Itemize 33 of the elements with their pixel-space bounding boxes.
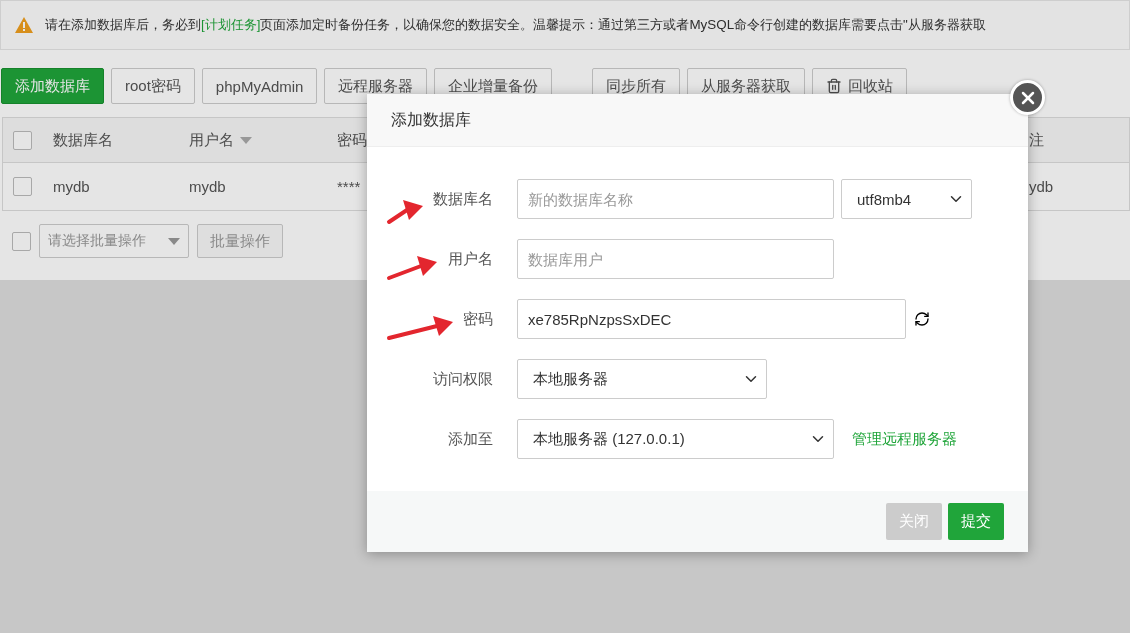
- password-input[interactable]: xe785RpNzpsSxDEC: [517, 299, 906, 339]
- table-cell-text: mydb: [53, 178, 91, 195]
- refresh-icon[interactable]: [914, 311, 930, 327]
- annotation-arrow: [387, 316, 453, 340]
- toolbar-button[interactable]: root密码: [111, 68, 195, 104]
- warning-icon: [15, 17, 33, 33]
- charset-select[interactable]: utf8mb4: [841, 179, 972, 219]
- text-input[interactable]: 新的数据库名称: [517, 179, 834, 219]
- header-checkbox[interactable]: [13, 130, 32, 150]
- server-select[interactable]: 本地服务器 (127.0.0.1): [517, 419, 834, 459]
- table-cell-text: mydb: [189, 178, 227, 195]
- batch-checkbox[interactable]: [12, 231, 31, 251]
- trash-icon: [826, 78, 843, 94]
- column-header[interactable]: 数据库名: [53, 130, 189, 150]
- field-label: 用户名: [448, 249, 493, 269]
- table-cell-text: ydb: [1029, 178, 1055, 195]
- access-select[interactable]: 本地服务器: [517, 359, 767, 399]
- column-header[interactable]: 注: [1029, 130, 1129, 150]
- toolbar-button[interactable]: phpMyAdmin: [201, 68, 318, 104]
- annotation-arrow: [387, 256, 437, 280]
- row-checkbox[interactable]: [13, 177, 32, 196]
- sort-icon: [240, 137, 252, 145]
- text-input[interactable]: 数据库用户: [517, 239, 834, 279]
- table-cell-text: ****: [337, 178, 362, 195]
- column-header[interactable]: 用户名: [189, 130, 337, 150]
- notice-text: 请在添加数据库后，务必到[计划任务]页面添加定时备份任务，以确保您的数据安全。温馨提示：通过第三方或者MySQL命令行创建的数据库需要点击"从服务器获取: [45, 16, 986, 34]
- annotation-arrow: [387, 200, 423, 224]
- field-label: 添加至: [448, 429, 493, 449]
- caret-icon: [168, 237, 180, 245]
- field-label: 密码: [463, 309, 493, 329]
- dialog-title: 添加数据库: [367, 94, 1028, 147]
- field-label: 数据库名: [433, 189, 493, 209]
- field-label: 访问权限: [433, 369, 493, 389]
